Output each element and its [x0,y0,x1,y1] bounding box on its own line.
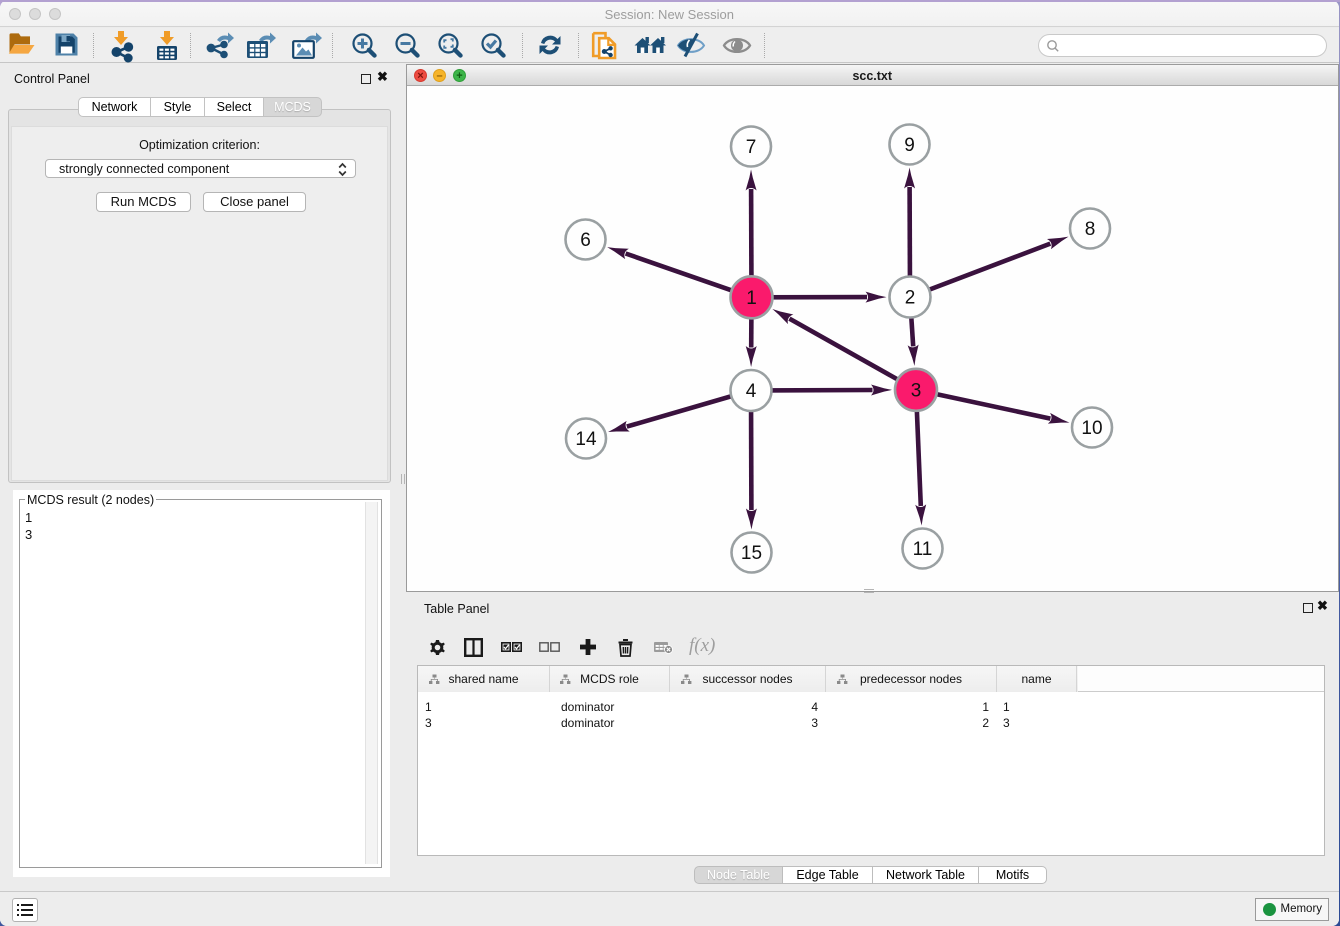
svg-text:6: 6 [580,230,591,251]
svg-text:15: 15 [741,543,762,564]
svg-text:7: 7 [746,137,757,158]
svg-text:4: 4 [746,381,757,402]
svg-text:11: 11 [913,539,933,560]
svg-text:14: 14 [575,429,597,450]
svg-text:8: 8 [1085,219,1096,240]
svg-text:9: 9 [904,135,915,156]
svg-text:2: 2 [905,288,916,309]
svg-text:1: 1 [746,288,757,309]
svg-text:10: 10 [1081,418,1102,439]
svg-text:3: 3 [911,380,922,401]
